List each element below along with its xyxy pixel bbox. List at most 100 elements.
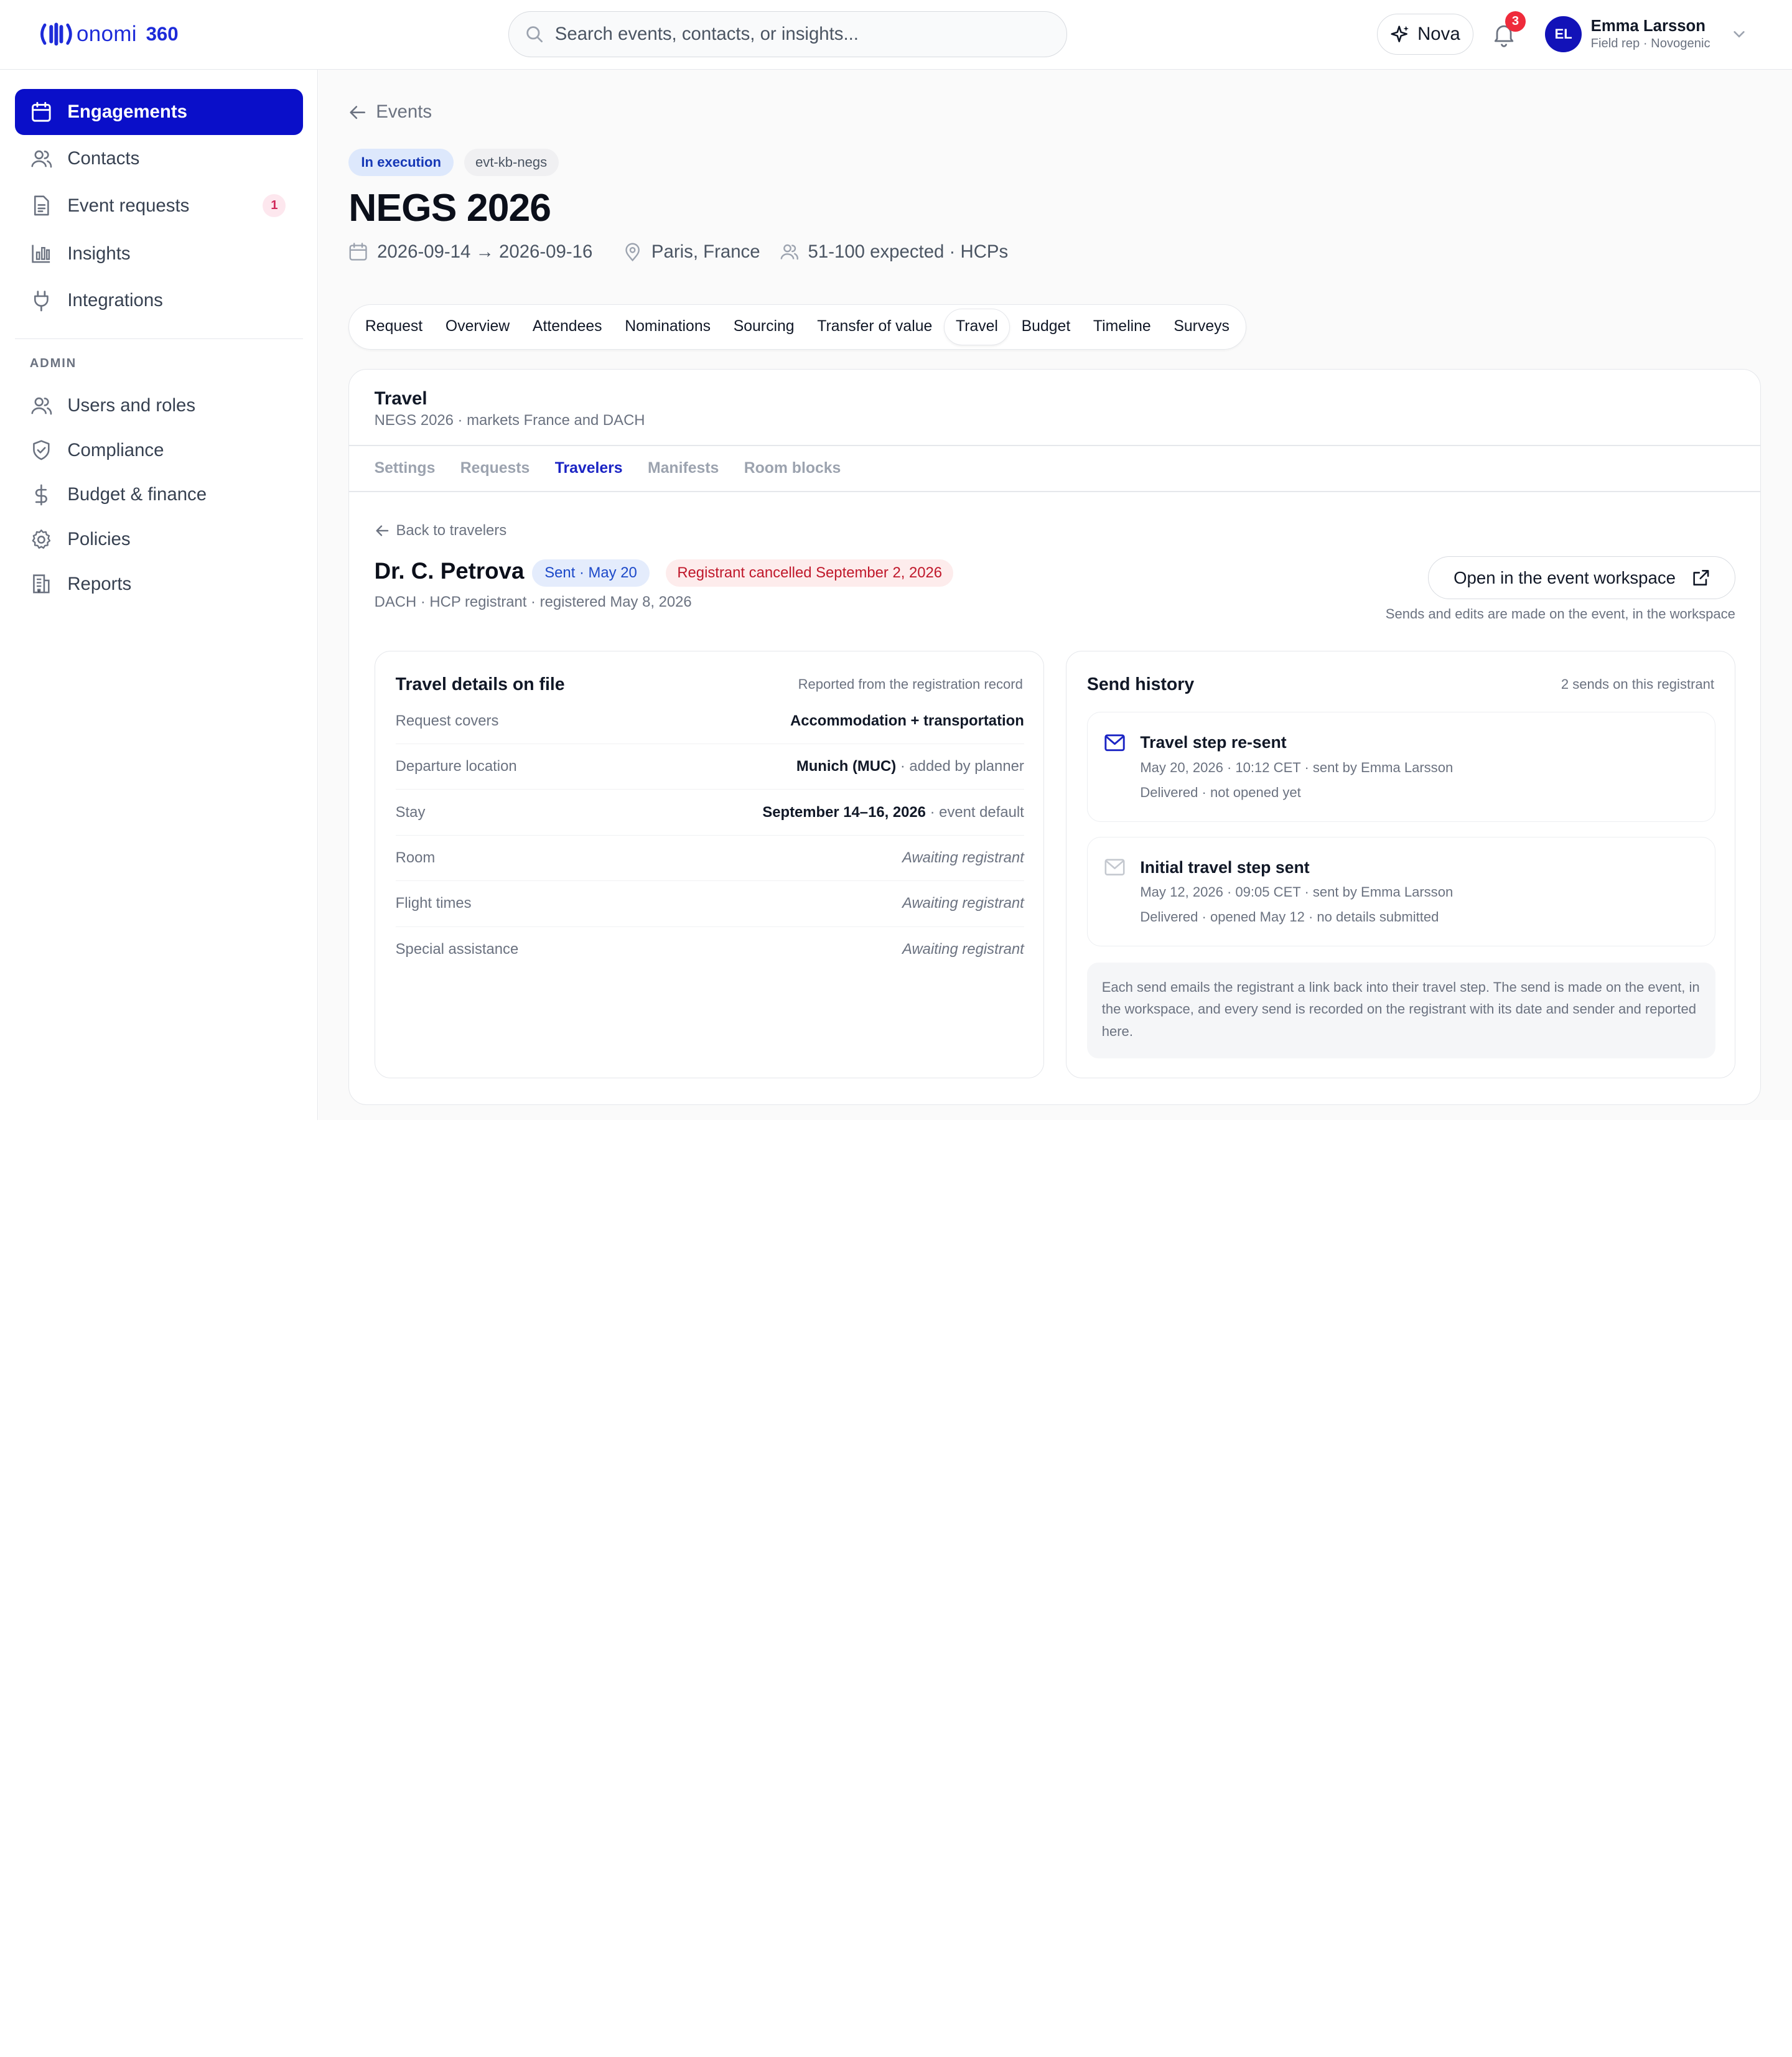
send-history-item-status: Delivered · not opened yet [1140,785,1301,801]
event-dates-text: 2026-09-14 → 2026-09-16 [377,241,593,262]
calendar-icon [349,243,367,261]
travel-details-panel: Travel details on file Reported from the… [374,651,1044,1078]
top-bar: onomi 360 Nova 3 EL Emma Larsson Field r… [0,0,1792,70]
search-input[interactable] [554,24,1035,45]
workspace-note: Sends and edits are made on the event, i… [1385,606,1735,622]
sidebar-item-label: Reports [67,573,132,594]
tab-request[interactable]: Request [354,309,434,345]
brand-suffix: 360 [146,23,179,45]
back-to-travelers-link[interactable]: Back to travelers [375,521,507,539]
event-attendance-text: 51-100 expected · HCPs [808,241,1009,262]
sidebar-item-policies[interactable]: Policies [15,516,303,562]
sidebar-item-reports[interactable]: Reports [15,561,303,607]
sidebar-item-compliance[interactable]: Compliance [15,427,303,473]
avatar[interactable]: EL [1545,16,1582,53]
sidebar-item-budget-finance[interactable]: Budget & finance [15,472,303,518]
status-badge: In execution [348,148,454,176]
sidebar-item-contacts[interactable]: Contacts [15,136,303,182]
cancelled-status-badge: Registrant cancelled September 2, 2026 [665,559,954,587]
shield-icon [32,440,50,460]
sidebar-item-label: Integrations [67,290,163,311]
send-history-item[interactable]: Initial travel step sent May 12, 2026 · … [1086,836,1716,946]
open-workspace-button[interactable]: Open in the event workspace [1428,556,1736,600]
sidebar-item-users-and-roles[interactable]: Users and roles [15,383,303,428]
send-history-item-title: Initial travel step sent [1140,857,1310,877]
sidebar-item-engagements[interactable]: Engagements [14,89,303,135]
arrow-left-icon [350,105,366,119]
detail-label: Stay [395,803,426,821]
subtab-requests[interactable]: Requests [460,460,530,477]
mail-icon [1104,734,1126,752]
sidebar-item-label: Budget & finance [67,484,207,505]
gear-icon [32,529,50,549]
tab-nominations[interactable]: Nominations [614,309,722,345]
tab-surveys[interactable]: Surveys [1162,309,1241,345]
send-history-item[interactable]: Travel step re-sent May 20, 2026 · 10:12… [1086,712,1716,822]
detail-value: Munich (MUC) · added by planner [796,758,1024,775]
detail-row-request-covers: Request covers Accommodation + transport… [395,698,1024,744]
chevron-down-icon[interactable] [1732,27,1746,41]
detail-row-departure-location: Departure location Munich (MUC) · added … [395,744,1024,790]
app-window: onomi 360 Nova 3 EL Emma Larsson Field r… [0,0,1792,1120]
back-to-events-link[interactable]: Events [348,101,432,123]
event-code-badge: evt-kb-negs [464,148,559,176]
registrant-meta: DACH · HCP registrant · registered May 8… [374,594,692,611]
tab-transfer-of-value[interactable]: Transfer of value [806,309,944,345]
detail-value: September 14–16, 2026 · event default [762,804,1024,821]
detail-value-text: Accommodation + transportation [790,712,1024,729]
tab-travel[interactable]: Travel [943,308,1010,345]
detail-value-awaiting: Awaiting registrant [902,941,1024,958]
subtab-settings[interactable]: Settings [375,460,436,477]
detail-label: Special assistance [395,941,519,958]
map-pin-icon [625,243,640,262]
tab-timeline[interactable]: Timeline [1082,309,1162,345]
travel-card-title: Travel [374,388,427,409]
sidebar: Engagements Contacts Event requests 1 In… [0,70,318,1120]
sidebar-item-insights[interactable]: Insights [15,231,303,276]
divider [349,490,1761,492]
registrant-name: Dr. C. Petrova [374,558,525,584]
detail-value: Accommodation + transportation [790,712,1024,730]
sidebar-item-integrations[interactable]: Integrations [15,278,303,323]
back-to-travelers-label: Back to travelers [396,521,507,539]
document-icon [34,195,49,216]
travel-details-note: Reported from the registration record [798,676,1023,693]
sidebar-item-label: Policies [67,528,131,549]
notification-count-badge: 3 [1505,11,1526,32]
tab-budget[interactable]: Budget [1010,309,1081,345]
detail-row-special-assistance: Special assistance Awaiting registrant [396,927,1024,973]
detail-value-awaiting: Awaiting registrant [902,895,1024,912]
subtab-travelers[interactable]: Travelers [555,460,623,477]
send-history-info: Each send emails the registrant a link b… [1086,962,1716,1058]
travel-card-subtitle: NEGS 2026 · markets France and DACH [374,412,645,429]
back-to-events-label: Events [376,101,432,123]
brand-name: onomi [77,22,137,47]
search-bar[interactable] [508,11,1068,57]
detail-value-text: Munich (MUC) [796,758,897,775]
subtab-room-blocks[interactable]: Room blocks [744,460,841,477]
sidebar-item-label: Users and roles [67,395,196,416]
subtab-manifests[interactable]: Manifests [648,460,719,477]
detail-label: Flight times [395,895,472,912]
detail-row-room: Room Awaiting registrant [395,836,1024,882]
detail-label: Departure location [395,758,517,775]
tab-overview[interactable]: Overview [434,309,521,345]
sidebar-item-event-requests[interactable]: Event requests 1 [15,183,303,228]
send-history-item-meta: May 20, 2026 · 10:12 CET · sent by Emma … [1140,759,1454,775]
tab-attendees[interactable]: Attendees [521,309,614,345]
event-location-text: Paris, France [651,241,760,262]
plug-icon [34,290,49,311]
travel-details-title: Travel details on file [395,674,565,694]
event-dates: 2026-09-14 → 2026-09-16 [348,241,592,263]
external-link-icon [1693,569,1709,585]
send-history-title: Send history [1086,674,1195,694]
tab-sourcing[interactable]: Sourcing [722,309,806,345]
brand-logo[interactable]: onomi 360 [38,19,179,49]
users-icon [31,150,52,168]
send-history-item-status: Delivered · opened May 12 · no details s… [1140,909,1439,925]
arrow-left-icon [376,525,388,536]
user-name[interactable]: Emma Larsson [1591,17,1706,35]
detail-value-suffix: · added by planner [896,758,1024,775]
nova-button[interactable]: Nova [1377,14,1473,55]
nova-label: Nova [1417,24,1460,45]
